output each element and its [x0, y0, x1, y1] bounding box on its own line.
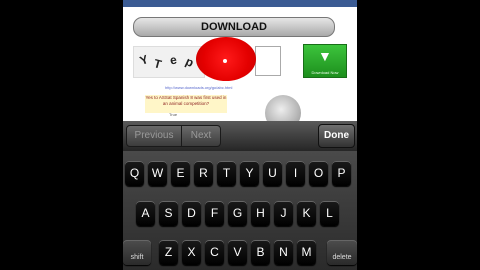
key-v[interactable]: V — [228, 240, 247, 265]
phone-screen: DOWNLOAD Y T e p ▼ Download Now http://w… — [123, 0, 357, 270]
key-b[interactable]: B — [251, 240, 270, 265]
key-w[interactable]: W — [148, 161, 167, 186]
captcha-input[interactable] — [255, 46, 281, 76]
key-e[interactable]: E — [171, 161, 190, 186]
green-download-button[interactable]: ▼ Download Now — [303, 44, 347, 78]
key-h[interactable]: H — [251, 201, 270, 226]
key-y[interactable]: Y — [240, 161, 259, 186]
key-i[interactable]: I — [286, 161, 305, 186]
key-k[interactable]: K — [297, 201, 316, 226]
captcha-glyph: Y — [137, 52, 151, 68]
key-s[interactable]: S — [159, 201, 178, 226]
key-x[interactable]: X — [182, 240, 201, 265]
delete-key[interactable]: delete — [327, 240, 357, 265]
key-d[interactable]: D — [182, 201, 201, 226]
key-q[interactable]: Q — [125, 161, 144, 186]
web-content: DOWNLOAD Y T e p ▼ Download Now http://w… — [123, 0, 357, 131]
key-a[interactable]: A — [136, 201, 155, 226]
page-link[interactable]: http://www.downloads.org/go/abc.html — [165, 85, 232, 90]
key-j[interactable]: J — [274, 201, 293, 226]
key-m[interactable]: M — [297, 240, 316, 265]
key-l[interactable]: L — [320, 201, 339, 226]
next-button[interactable]: Next — [181, 125, 221, 147]
key-r[interactable]: R — [194, 161, 213, 186]
download-button[interactable]: DOWNLOAD — [133, 17, 335, 37]
previous-button[interactable]: Previous — [126, 125, 182, 147]
touch-point-icon — [223, 59, 227, 63]
key-o[interactable]: O — [309, 161, 328, 186]
form-assistant-toolbar: Previous Next Done — [123, 121, 357, 151]
green-download-label: Download Now — [311, 70, 339, 75]
done-button[interactable]: Done — [318, 124, 355, 148]
captcha-image: Y T e p — [133, 46, 205, 78]
web-top-bar — [123, 0, 357, 7]
key-u[interactable]: U — [263, 161, 282, 186]
answer-label: True — [169, 112, 178, 117]
down-arrow-icon: ▼ — [318, 48, 332, 64]
key-t[interactable]: T — [217, 161, 236, 186]
captcha-glyph: p — [183, 54, 196, 70]
key-f[interactable]: F — [205, 201, 224, 226]
touch-indicator — [196, 37, 256, 81]
captcha-glyph: T — [152, 56, 164, 72]
onscreen-keyboard: Q W E R T Y U I O P A S D F G H J K L sh… — [123, 151, 357, 270]
key-z[interactable]: Z — [159, 240, 178, 265]
key-n[interactable]: N — [274, 240, 293, 265]
key-g[interactable]: G — [228, 201, 247, 226]
key-p[interactable]: P — [332, 161, 351, 186]
shift-key[interactable]: shift — [123, 240, 151, 265]
quiz-question: Yes to ASSat Spanish 8 was first used in… — [145, 95, 227, 113]
key-c[interactable]: C — [205, 240, 224, 265]
captcha-glyph: e — [168, 52, 178, 68]
